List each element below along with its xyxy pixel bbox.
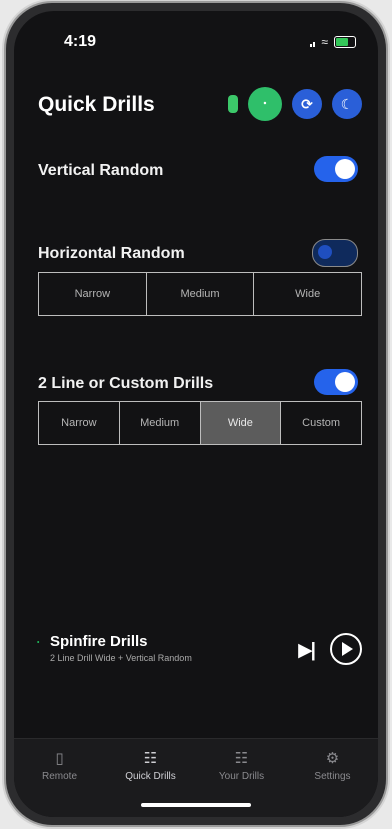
app-screen: 4:19 ≈ Quick Drills ᛫ ⟳ ☾ Vertical Rando… xyxy=(14,11,378,817)
status-time: 4:19 xyxy=(64,33,97,50)
toggle-knob xyxy=(335,159,355,179)
horizontal-random-row: Horizontal Random xyxy=(38,237,358,271)
toggle-knob xyxy=(335,372,355,392)
tab-label: Settings xyxy=(314,771,351,782)
tab-settings[interactable]: ⚙ Settings xyxy=(287,739,378,817)
bluetooth-icon: ᛫ xyxy=(260,96,270,112)
play-button[interactable] xyxy=(330,633,362,665)
two-line-width-selector: Narrow Medium Wide Custom xyxy=(38,401,362,445)
sliders-icon: ☷ xyxy=(143,750,158,767)
two-line-label: 2 Line or Custom Drills xyxy=(38,375,214,392)
header-icons: ᛫ ⟳ ☾ xyxy=(228,87,362,121)
status-icons: ≈ xyxy=(310,35,356,49)
refresh-icon: ⟳ xyxy=(301,95,313,112)
segment-wide[interactable]: Wide xyxy=(200,402,282,444)
two-line-toggle[interactable] xyxy=(314,369,358,395)
segment-wide[interactable]: Wide xyxy=(254,273,361,315)
signal-icon xyxy=(310,37,316,47)
remote-icon: ▯ xyxy=(55,750,64,767)
two-line-row: 2 Line or Custom Drills xyxy=(38,367,358,401)
now-playing-bar: ᛫ Spinfire Drills 2 Line Drill Wide + Ve… xyxy=(34,633,362,677)
segment-medium[interactable]: Medium xyxy=(120,402,201,444)
skip-icon[interactable]: ▶| xyxy=(298,639,316,662)
vertical-random-label: Vertical Random xyxy=(38,162,164,179)
horizontal-width-selector: Narrow Medium Wide xyxy=(38,272,362,316)
horizontal-random-toggle[interactable] xyxy=(312,239,358,267)
dark-mode-button[interactable]: ☾ xyxy=(332,89,362,119)
tab-label: Remote xyxy=(41,771,77,782)
tab-label: Quick Drills xyxy=(125,771,176,782)
ball-icon[interactable] xyxy=(228,95,238,113)
vertical-random-row: Vertical Random xyxy=(38,154,358,188)
bluetooth-icon: ᛫ xyxy=(34,635,43,651)
player-title: Spinfire Drills xyxy=(50,633,148,650)
segment-narrow[interactable]: Narrow xyxy=(39,273,147,315)
sliders-icon: ☷ xyxy=(234,750,249,767)
page-title: Quick Drills xyxy=(38,93,155,116)
segment-custom[interactable]: Custom xyxy=(281,402,361,444)
header: Quick Drills ᛫ ⟳ ☾ xyxy=(38,87,362,123)
phone-frame: 4:19 ≈ Quick Drills ᛫ ⟳ ☾ Vertical Rando… xyxy=(6,3,386,825)
home-indicator[interactable] xyxy=(141,803,251,807)
toggle-knob xyxy=(318,245,332,259)
segment-medium[interactable]: Medium xyxy=(147,273,255,315)
bluetooth-button[interactable]: ᛫ xyxy=(248,87,282,121)
status-bar: 4:19 ≈ xyxy=(14,33,378,53)
tab-label: Your Drills xyxy=(218,771,265,782)
moon-icon: ☾ xyxy=(340,95,354,112)
player-subtitle: 2 Line Drill Wide + Vertical Random xyxy=(50,653,192,663)
vertical-random-toggle[interactable] xyxy=(314,156,358,182)
wifi-icon: ≈ xyxy=(321,35,328,49)
segment-narrow[interactable]: Narrow xyxy=(39,402,120,444)
refresh-button[interactable]: ⟳ xyxy=(292,89,322,119)
battery-icon xyxy=(334,36,356,48)
horizontal-random-label: Horizontal Random xyxy=(38,245,185,262)
gear-icon: ⚙ xyxy=(325,750,340,767)
tab-remote[interactable]: ▯ Remote xyxy=(14,739,105,817)
